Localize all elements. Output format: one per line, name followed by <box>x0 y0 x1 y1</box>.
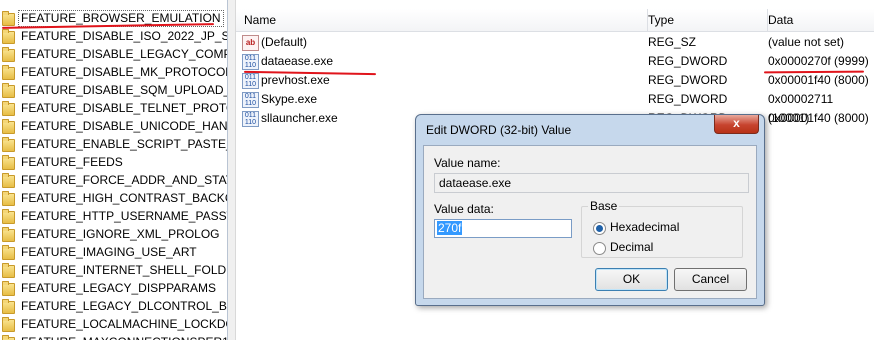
tree-item[interactable]: FEATURE_ENABLE_SCRIPT_PASTE_UF <box>0 135 227 153</box>
tree-item[interactable]: FEATURE_HIGH_CONTRAST_BACKGR <box>0 189 227 207</box>
cancel-button[interactable]: Cancel <box>674 268 747 291</box>
value-row[interactable]: 011 110 Skype.exe REG_DWORD 0x00002711 (100… <box>236 90 874 125</box>
tree-item-label: FEATURE_IGNORE_XML_PROLOG <box>21 227 220 241</box>
tree-item[interactable]: FEATURE_FEEDS <box>0 153 227 171</box>
folder-icon <box>2 299 15 314</box>
tree-item[interactable]: FEATURE_DISABLE_MK_PROTOCOL <box>0 63 227 81</box>
folder-icon <box>2 263 15 278</box>
tree-item-label: FEATURE_DISABLE_LEGACY_COMPRE <box>21 47 228 61</box>
binary-value-icon: 011 110 <box>242 92 259 108</box>
value-name-field: dataease.exe <box>434 173 749 193</box>
hexadecimal-label[interactable]: Hexadecimal <box>610 220 679 234</box>
tree-item-label: FEATURE_DISABLE_SQM_UPLOAD_FO <box>21 83 228 97</box>
tree-item[interactable]: FEATURE_IMAGING_USE_ART <box>0 243 227 261</box>
folder-icon <box>2 245 15 260</box>
tree-item[interactable]: FEATURE_DISABLE_SQM_UPLOAD_FO <box>0 81 227 99</box>
tree-item-label: FEATURE_HIGH_CONTRAST_BACKGR <box>21 191 228 205</box>
folder-icon <box>2 83 15 98</box>
tree-item[interactable]: FEATURE_HTTP_USERNAME_PASSWO <box>0 207 227 225</box>
folder-icon <box>2 137 15 152</box>
tree-item[interactable]: FEATURE_IGNORE_XML_PROLOG <box>0 225 227 243</box>
tree-item[interactable]: FEATURE_LEGACY_DISPPARAMS <box>0 279 227 297</box>
tree-item-label: FEATURE_ENABLE_SCRIPT_PASTE_UF <box>21 137 228 151</box>
decimal-radio[interactable] <box>593 242 606 255</box>
column-header-name[interactable]: Name <box>236 9 648 32</box>
folder-icon <box>2 65 15 80</box>
value-name: dataease.exe <box>261 54 334 68</box>
folder-icon <box>2 47 15 62</box>
tree-item-label: FEATURE_DISABLE_TELNET_PROTOC <box>21 101 228 115</box>
binary-value-icon: 011 110 <box>242 54 259 70</box>
tree-item-label: FEATURE_LEGACY_DISPPARAMS <box>21 281 216 295</box>
value-name: (Default) <box>261 35 308 49</box>
tree-item-label: FEATURE_DISABLE_MK_PROTOCOL <box>21 65 228 79</box>
decimal-label[interactable]: Decimal <box>610 240 653 254</box>
folder-icon <box>2 119 15 134</box>
ok-button[interactable]: OK <box>595 268 668 291</box>
edit-dword-dialog: Edit DWORD (32-bit) Value x Value name: … <box>415 114 765 306</box>
pane-splitter[interactable] <box>228 0 236 340</box>
value-data: 0x00001f40 (8000) <box>768 73 869 87</box>
tree-item[interactable]: FEATURE_MAXCONNECTIONSPER1 <box>0 333 227 340</box>
tree-item[interactable]: FEATURE_DISABLE_ISO_2022_JP_SNIF <box>0 27 227 45</box>
column-header-data[interactable]: Data <box>768 9 874 32</box>
close-button[interactable]: x <box>714 115 759 134</box>
folder-icon <box>2 173 15 188</box>
value-type: REG_SZ <box>648 35 697 49</box>
folder-icon <box>2 227 15 242</box>
folder-icon <box>2 155 15 170</box>
tree-item-label: FEATURE_LOCALMACHINE_LOCKDO <box>21 317 228 331</box>
dialog-body: Value name: dataease.exe Value data: 270… <box>423 145 757 299</box>
folder-icon <box>2 209 15 224</box>
dialog-title: Edit DWORD (32-bit) Value <box>426 123 572 137</box>
tree-item-label: FEATURE_IMAGING_USE_ART <box>21 245 197 259</box>
value-data: (value not set) <box>768 35 845 49</box>
value-name: sllauncher.exe <box>261 111 338 125</box>
tree-item-label: FEATURE_DISABLE_UNICODE_HANDL <box>21 119 228 133</box>
value-name-label: Value name: <box>434 156 501 170</box>
column-header-type[interactable]: Type <box>648 9 768 32</box>
string-value-icon: ab <box>242 35 259 51</box>
folder-icon <box>2 11 15 26</box>
tree-item[interactable]: FEATURE_FORCE_ADDR_AND_STATU <box>0 171 227 189</box>
registry-tree-pane[interactable]: FEATURE_BROWSER_EMULATION FEATURE_DISABLE… <box>0 0 228 340</box>
binary-value-icon: 011 110 <box>242 73 259 89</box>
tree-item[interactable]: FEATURE_DISABLE_TELNET_PROTOC <box>0 99 227 117</box>
value-data-selected-text: 270f <box>437 221 463 235</box>
binary-value-icon: 011 110 <box>242 111 259 127</box>
tree-item-label: FEATURE_MAXCONNECTIONSPER1 <box>21 333 227 340</box>
tree-item[interactable]: FEATURE_INTERNET_SHELL_FOLDERS <box>0 261 227 279</box>
base-groupbox: Base Hexadecimal Decimal <box>581 199 743 258</box>
value-row[interactable]: 011 110 dataease.exe REG_DWORD 0x0000270f (… <box>236 52 874 71</box>
tree-item-label: FEATURE_FORCE_ADDR_AND_STATU <box>21 173 228 187</box>
tree-item-label: FEATURE_HTTP_USERNAME_PASSWO <box>21 209 228 223</box>
tree-item[interactable]: FEATURE_LEGACY_DLCONTROL_BEH <box>0 297 227 315</box>
tree-item-label: FEATURE_FEEDS <box>21 155 123 169</box>
folder-icon <box>2 101 15 116</box>
tree-item-label: FEATURE_LEGACY_DLCONTROL_BEH <box>21 299 228 313</box>
tree-item[interactable]: FEATURE_LOCALMACHINE_LOCKDO <box>0 315 227 333</box>
close-icon: x <box>733 116 740 130</box>
value-name: Skype.exe <box>261 92 318 106</box>
value-data-input[interactable]: 270f <box>434 219 572 238</box>
base-label: Base <box>588 199 620 213</box>
value-data-label: Value data: <box>434 202 494 216</box>
tree-item[interactable]: FEATURE_DISABLE_LEGACY_COMPRE <box>0 45 227 63</box>
tree-item[interactable]: FEATURE_DISABLE_UNICODE_HANDL <box>0 117 227 135</box>
folder-icon <box>2 281 15 296</box>
value-data: 0x0000270f (9999) <box>768 54 869 68</box>
value-type: REG_DWORD <box>648 54 728 68</box>
folder-icon <box>2 29 15 44</box>
tree-item-label: FEATURE_DISABLE_ISO_2022_JP_SNIF <box>21 29 228 43</box>
value-type: REG_DWORD <box>648 92 728 106</box>
tree-item-label: FEATURE_INTERNET_SHELL_FOLDERS <box>21 263 228 277</box>
value-row[interactable]: ab (Default) REG_SZ (value not set) <box>236 33 874 52</box>
folder-icon <box>2 191 15 206</box>
folder-icon <box>2 317 15 332</box>
value-type: REG_DWORD <box>648 73 728 87</box>
value-data: 0x00001f40 (8000) <box>768 111 869 125</box>
hexadecimal-radio[interactable] <box>593 222 606 235</box>
